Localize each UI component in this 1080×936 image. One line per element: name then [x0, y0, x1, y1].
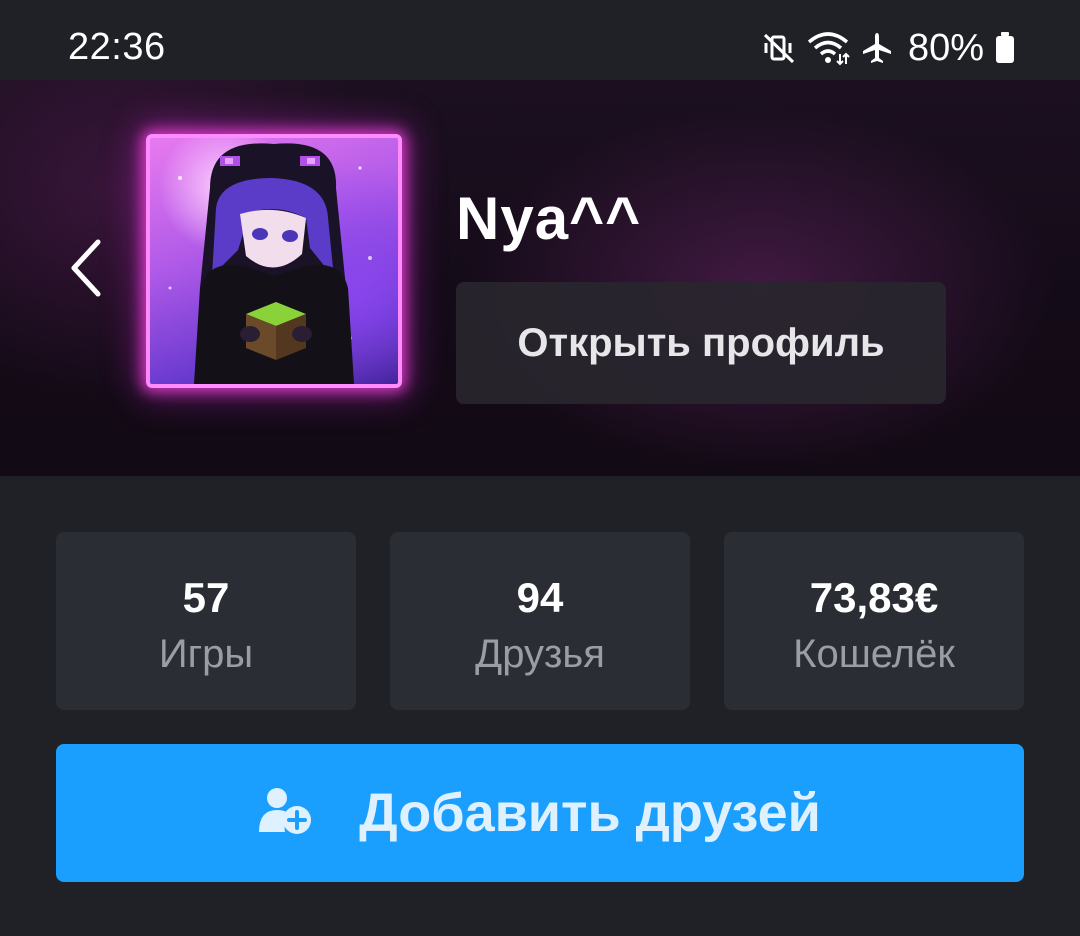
airplane-icon — [860, 31, 894, 65]
add-friends-label: Добавить друзей — [359, 783, 821, 843]
status-bar: 22:36 80% — [0, 0, 1080, 80]
status-time: 22:36 — [68, 26, 166, 68]
wifi-icon — [806, 30, 850, 66]
stat-label: Кошелёк — [793, 632, 955, 676]
stat-label: Друзья — [475, 632, 605, 676]
stat-value: 73,83€ — [809, 574, 939, 621]
avatar-image — [168, 143, 372, 384]
status-icons: 80% — [762, 24, 1016, 72]
back-button[interactable] — [56, 236, 116, 304]
stat-friends[interactable]: 94 Друзья — [390, 532, 690, 710]
add-user-icon — [259, 786, 313, 841]
stat-games[interactable]: 57 Игры — [56, 532, 356, 710]
stat-label: Игры — [158, 632, 254, 676]
username: Nya^^ — [456, 185, 642, 252]
profile-header: Nya^^ Открыть профиль — [0, 80, 1080, 476]
chevron-left-icon — [66, 238, 106, 303]
avatar[interactable] — [146, 134, 402, 388]
mute-vibrate-icon — [762, 31, 796, 65]
stat-value: 57 — [182, 574, 230, 621]
stat-wallet[interactable]: 73,83€ Кошелёк — [724, 532, 1024, 710]
add-friends-button[interactable]: Добавить друзей — [56, 744, 1024, 882]
battery-icon — [994, 31, 1016, 65]
stat-value: 94 — [516, 574, 564, 621]
open-profile-button[interactable]: Открыть профиль — [456, 282, 946, 404]
battery-percent: 80% — [907, 26, 984, 69]
